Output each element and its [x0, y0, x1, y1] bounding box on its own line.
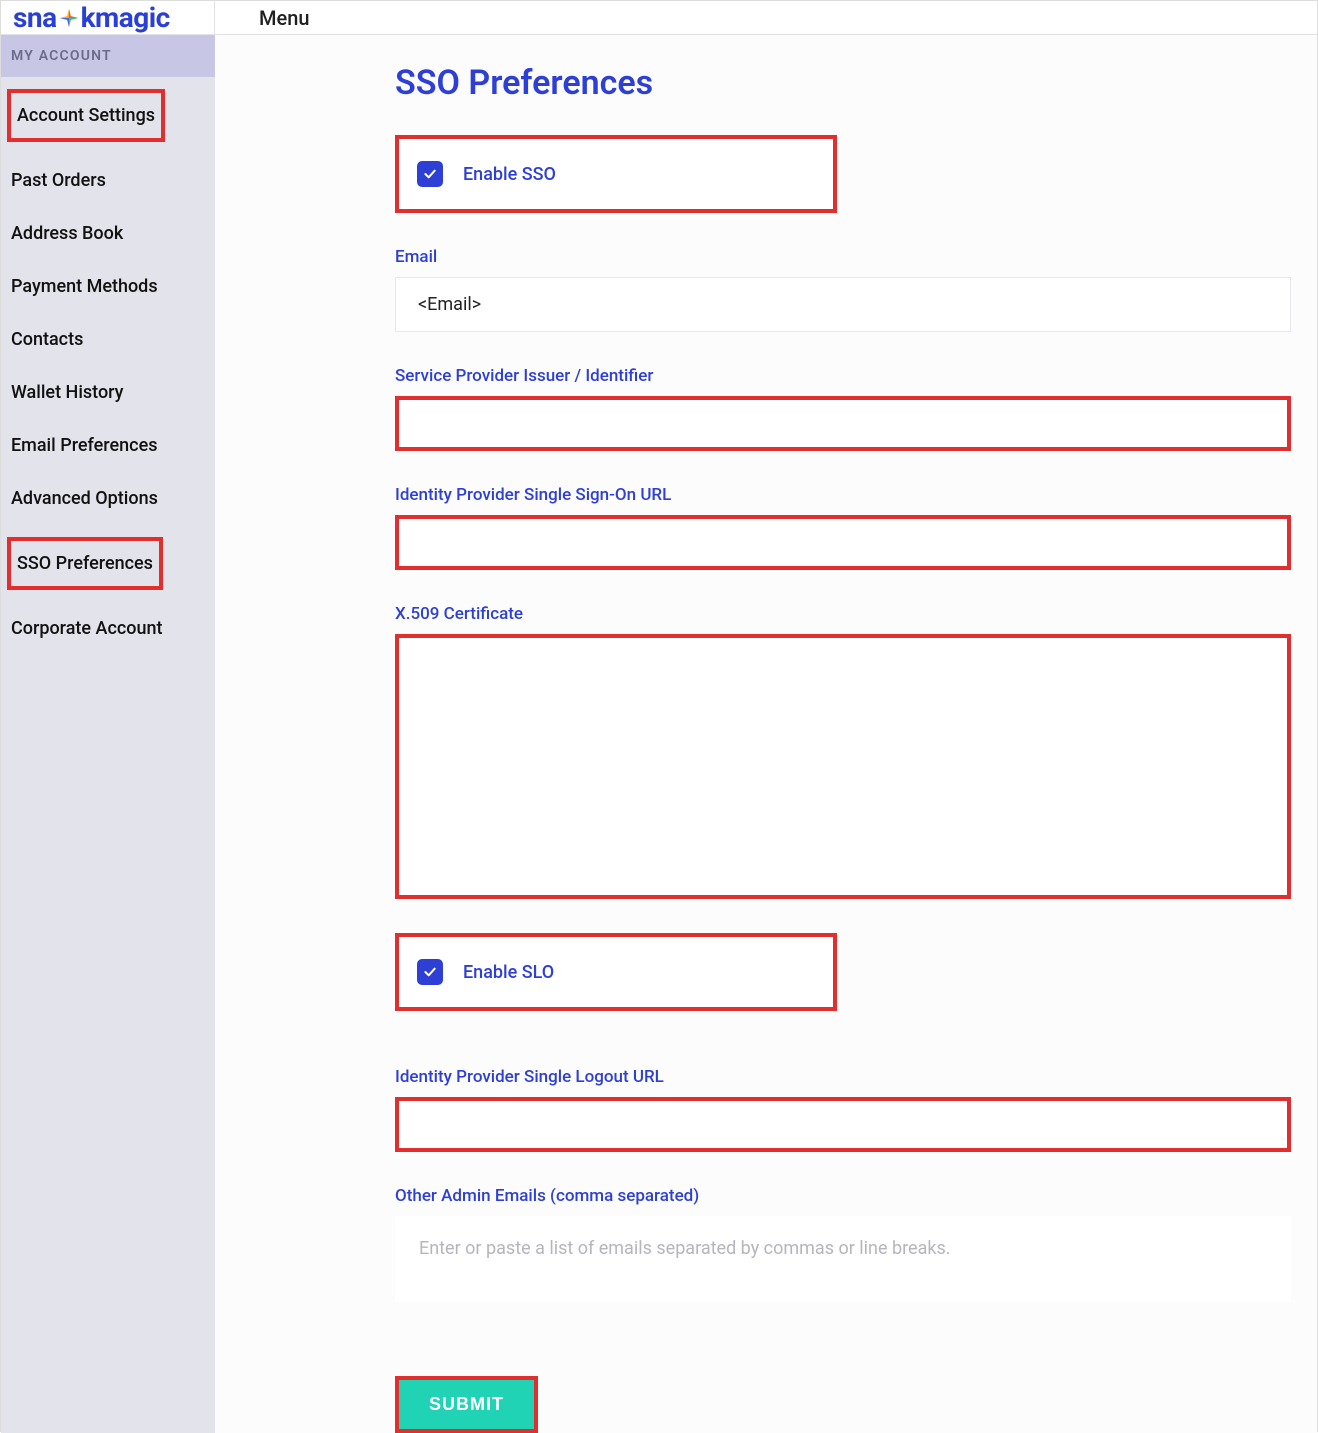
logo-text-pre: sna	[13, 1, 57, 34]
submit-wrap: SUBMIT	[395, 1376, 538, 1433]
sidebar-item-corporate-account[interactable]: Corporate Account	[1, 602, 215, 655]
idp-sso-url-input[interactable]	[395, 515, 1291, 570]
page-title: SSO Preferences	[395, 63, 1291, 103]
sidebar-item-advanced-options[interactable]: Advanced Options	[1, 472, 215, 525]
submit-button[interactable]: SUBMIT	[399, 1380, 534, 1429]
idp-sso-url-label: Identity Provider Single Sign-On URL	[395, 485, 1291, 505]
top-bar: sna kmagic Menu	[1, 1, 1317, 35]
sidebar-item-label: Address Book	[11, 223, 123, 244]
sidebar-item-email-preferences[interactable]: Email Preferences	[1, 419, 215, 472]
admin-emails-textarea[interactable]	[395, 1216, 1291, 1302]
x509-textarea[interactable]	[395, 634, 1291, 899]
sidebar-item-label: Advanced Options	[11, 488, 158, 509]
sidebar-item-label: Payment Methods	[11, 276, 158, 297]
idp-slo-url-input[interactable]	[395, 1097, 1291, 1152]
sidebar: MY ACCOUNT Account Settings Past Orders …	[1, 35, 215, 1433]
sidebar-item-payment-methods[interactable]: Payment Methods	[1, 260, 215, 313]
sidebar-item-label: Account Settings	[7, 89, 165, 142]
enable-slo-panel: Enable SLO	[395, 933, 837, 1011]
check-icon	[422, 964, 438, 980]
enable-slo-label: Enable SLO	[463, 962, 554, 983]
idp-slo-url-label: Identity Provider Single Logout URL	[395, 1067, 1291, 1087]
enable-sso-panel: Enable SSO	[395, 135, 837, 213]
sidebar-item-label: Wallet History	[11, 382, 124, 403]
sidebar-item-wallet-history[interactable]: Wallet History	[1, 366, 215, 419]
email-input[interactable]	[395, 277, 1291, 332]
sidebar-item-label: Corporate Account	[11, 618, 162, 639]
logo-text-post: kmagic	[81, 1, 170, 34]
sidebar-item-label: Contacts	[11, 329, 83, 350]
sp-issuer-label: Service Provider Issuer / Identifier	[395, 366, 1291, 386]
menu-button[interactable]: Menu	[215, 6, 309, 30]
enable-sso-checkbox[interactable]	[417, 161, 443, 187]
logo-star-icon	[58, 7, 80, 29]
sp-issuer-input[interactable]	[395, 396, 1291, 451]
sidebar-item-contacts[interactable]: Contacts	[1, 313, 215, 366]
enable-sso-label: Enable SSO	[463, 164, 556, 185]
enable-slo-checkbox[interactable]	[417, 959, 443, 985]
sidebar-item-address-book[interactable]: Address Book	[1, 207, 215, 260]
sidebar-item-sso-preferences[interactable]: SSO Preferences	[1, 525, 215, 602]
x509-label: X.509 Certificate	[395, 604, 1291, 624]
sidebar-item-label: Past Orders	[11, 170, 106, 191]
logo[interactable]: sna kmagic	[1, 1, 215, 34]
sidebar-section-header: MY ACCOUNT	[1, 35, 215, 77]
admin-emails-label: Other Admin Emails (comma separated)	[395, 1186, 1291, 1206]
sidebar-item-past-orders[interactable]: Past Orders	[1, 154, 215, 207]
sidebar-item-label: Email Preferences	[11, 435, 157, 456]
sidebar-item-label: SSO Preferences	[7, 537, 163, 590]
email-label: Email	[395, 247, 1291, 267]
content-area: SSO Preferences Enable SSO Email Service…	[215, 35, 1317, 1433]
sidebar-item-account-settings[interactable]: Account Settings	[1, 77, 215, 154]
check-icon	[422, 166, 438, 182]
